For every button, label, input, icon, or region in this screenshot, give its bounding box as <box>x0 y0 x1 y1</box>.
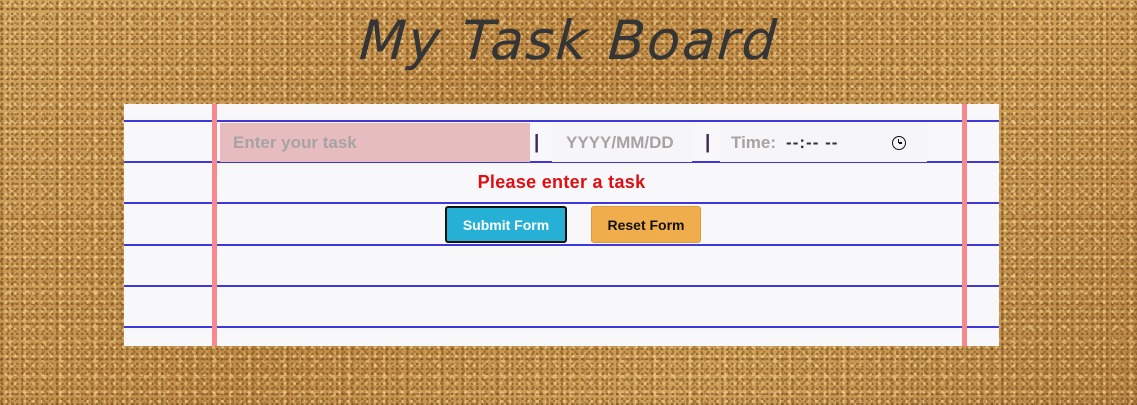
page-title: My Task Board <box>357 9 781 72</box>
task-input[interactable] <box>220 123 530 162</box>
time-value[interactable]: --:-- -- <box>786 133 838 153</box>
ruled-line <box>124 285 999 287</box>
task-form-paper: | | Time: --:-- -- Please enter a task S… <box>124 104 999 346</box>
left-margin-line <box>212 104 217 346</box>
date-input[interactable] <box>552 123 692 162</box>
ruled-line <box>124 120 999 122</box>
ruled-line <box>124 326 999 328</box>
error-message: Please enter a task <box>477 172 646 192</box>
time-label: Time: <box>731 132 777 152</box>
time-input[interactable]: Time: --:-- -- <box>720 123 927 162</box>
ruled-line <box>124 202 999 204</box>
right-margin-line <box>962 104 967 346</box>
clock-icon[interactable] <box>892 136 906 150</box>
submit-form-button[interactable]: Submit Form <box>445 206 567 243</box>
reset-form-button[interactable]: Reset Form <box>591 206 701 243</box>
field-separator: | <box>534 132 540 153</box>
ruled-line <box>124 244 999 246</box>
field-separator: | <box>705 132 711 153</box>
